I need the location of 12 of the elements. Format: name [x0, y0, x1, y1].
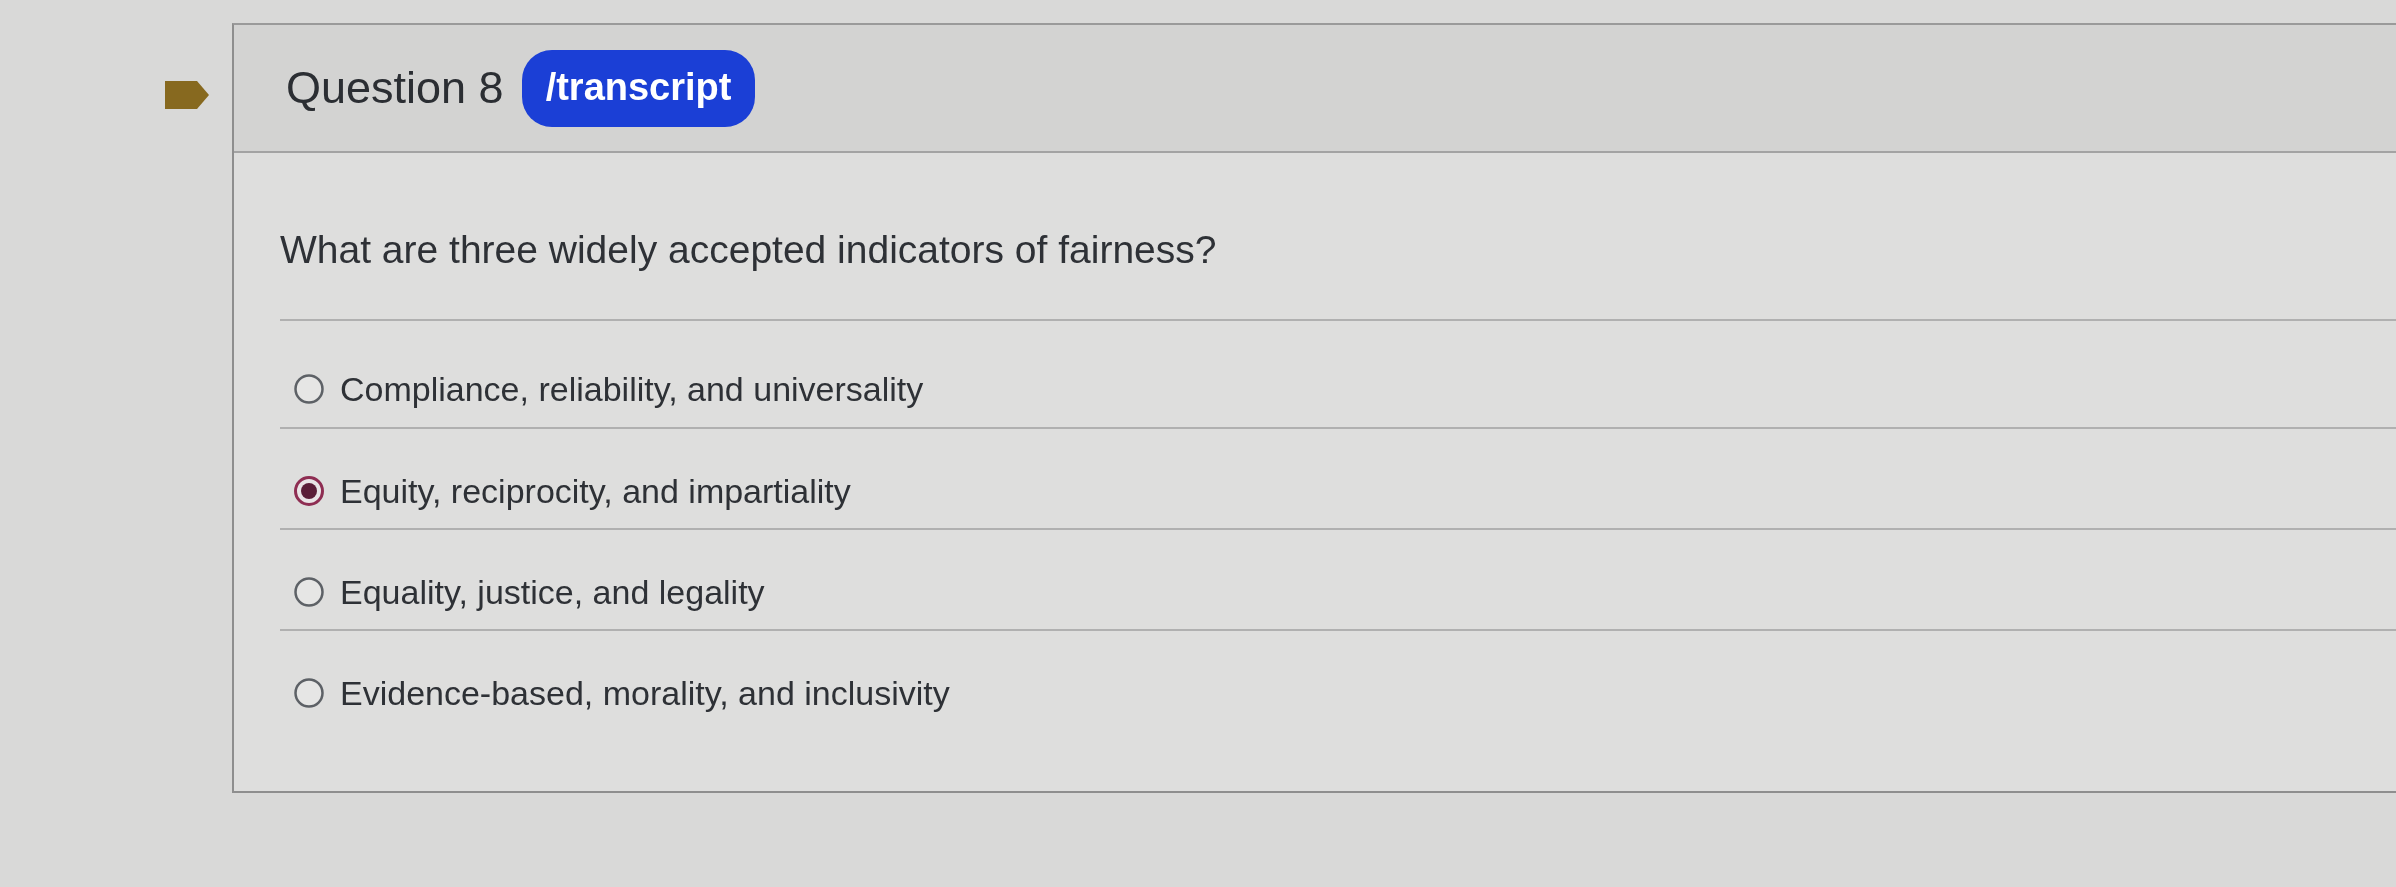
tag-icon [165, 80, 209, 110]
option-label[interactable]: Equity, reciprocity, and impartiality [340, 473, 851, 509]
option-label[interactable]: Equality, justice, and legality [340, 574, 765, 610]
radio-button[interactable] [294, 577, 324, 607]
option-label[interactable]: Evidence-based, morality, and inclusivity [340, 675, 950, 711]
radio-button[interactable] [294, 476, 324, 506]
radio-button[interactable] [294, 678, 324, 708]
radio-button[interactable] [294, 374, 324, 404]
question-prompt: What are three widely accepted indicators of fairness? [280, 227, 1217, 273]
transcript-badge: /transcript [521, 49, 756, 127]
question-title: Question 8 [286, 62, 504, 114]
option-label[interactable]: Compliance, reliability, and universality [340, 371, 924, 407]
